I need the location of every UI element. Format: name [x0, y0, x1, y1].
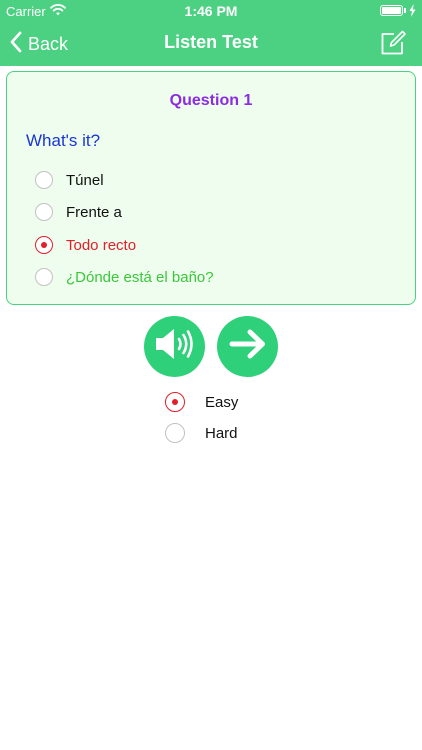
answer-label: Frente a — [66, 203, 122, 221]
difficulty-option-hard[interactable]: Hard — [165, 422, 238, 444]
question-prompt: What's it? — [26, 131, 101, 150]
radio-button[interactable] — [165, 423, 185, 443]
arrow-right-icon — [229, 329, 267, 364]
radio-dot — [41, 242, 47, 248]
answer-option-1[interactable]: Túnel — [35, 169, 104, 191]
answer-option-3[interactable]: Todo recto — [35, 234, 136, 256]
answer-option-4[interactable]: ¿Dónde está el baño? — [35, 266, 214, 288]
battery-level — [382, 7, 401, 14]
difficulty-option-easy[interactable]: Easy — [165, 391, 238, 413]
question-card: Question 1 What's it? Túnel Frente a Tod… — [6, 71, 416, 305]
answer-label: Túnel — [66, 171, 104, 189]
battery-icon — [380, 5, 403, 16]
charging-bolt-icon — [409, 4, 416, 20]
answer-option-2[interactable]: Frente a — [35, 201, 122, 223]
page-title: Listen Test — [164, 32, 258, 52]
radio-button[interactable] — [35, 268, 53, 286]
radio-button-selected[interactable] — [35, 236, 53, 254]
speaker-icon — [155, 328, 195, 365]
answer-label: Todo recto — [66, 236, 137, 254]
difficulty-label: Easy — [205, 393, 239, 411]
radio-button[interactable] — [35, 171, 53, 189]
difficulty-label: Hard — [205, 424, 238, 442]
status-bar: Carrier 1:46 PM — [0, 0, 422, 22]
question-title: Question 1 — [169, 92, 253, 109]
radio-dot — [172, 399, 178, 405]
status-time: 1:46 PM — [184, 3, 238, 19]
edit-button[interactable] — [380, 30, 406, 56]
play-audio-button[interactable] — [144, 316, 205, 377]
next-question-button[interactable] — [217, 316, 278, 377]
radio-button-selected[interactable] — [165, 392, 185, 412]
battery-cap — [404, 8, 406, 13]
navigation-header: Carrier 1:46 PM Back Listen Test — [0, 0, 422, 66]
radio-button[interactable] — [35, 203, 53, 221]
answer-label: ¿Dónde está el baño? — [66, 268, 214, 286]
compose-icon — [380, 30, 406, 60]
